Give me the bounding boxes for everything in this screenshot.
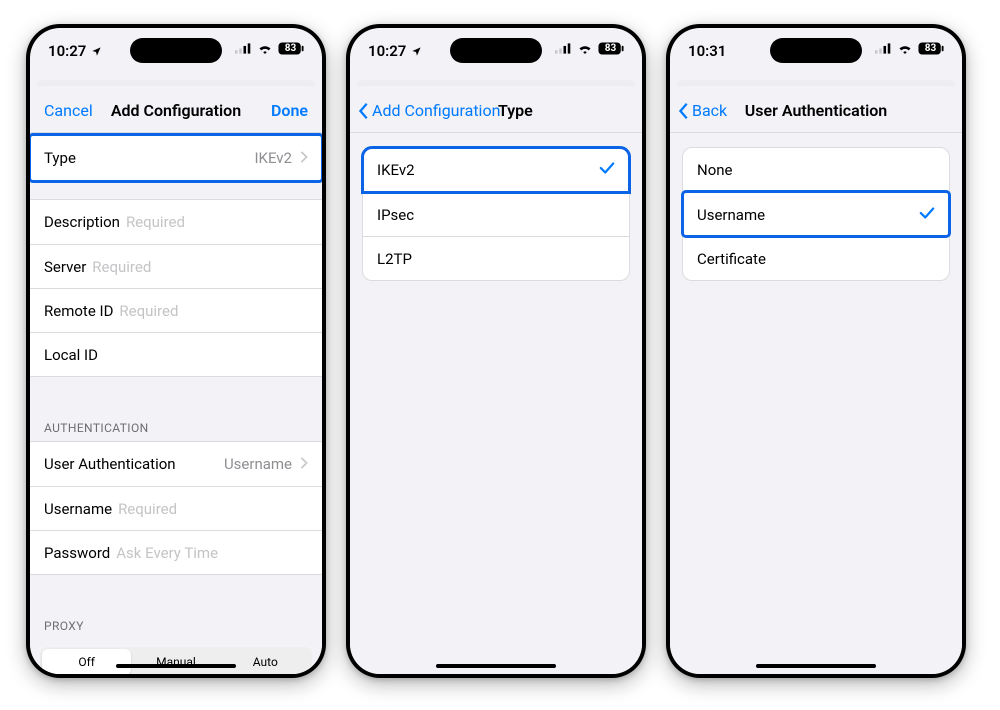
option-ipsec[interactable]: IPsec: [363, 192, 629, 236]
clock: 10:27: [48, 42, 86, 60]
done-button[interactable]: Done: [257, 89, 322, 132]
wifi-icon: [897, 43, 913, 54]
cancel-button[interactable]: Cancel: [30, 89, 107, 132]
description-field[interactable]: Description Required: [30, 200, 322, 244]
cellular-icon: [555, 43, 572, 54]
dynamic-island: [770, 38, 862, 63]
page-title: Add Configuration: [111, 101, 241, 120]
clock: 10:27: [368, 42, 406, 60]
option-certificate[interactable]: Certificate: [683, 236, 949, 280]
option-none[interactable]: None: [683, 148, 949, 192]
dynamic-island: [450, 38, 542, 63]
sheet-behind-peek: [677, 80, 955, 86]
type-row[interactable]: Type IKEv2: [30, 135, 322, 181]
server-field[interactable]: Server Required: [30, 244, 322, 288]
auth-header: AUTHENTICATION: [30, 401, 322, 441]
checkmark-icon: [599, 161, 615, 179]
chevron-left-icon: [358, 102, 370, 120]
home-indicator: [756, 664, 876, 668]
clock: 10:31: [688, 42, 726, 60]
proxy-header: PROXY: [30, 599, 322, 639]
sheet: Back User Authentication None Username: [670, 89, 962, 674]
username-field[interactable]: Username Required: [30, 486, 322, 530]
chevron-right-icon: [300, 455, 308, 473]
option-username[interactable]: Username: [683, 192, 949, 236]
type-options-list: IKEv2 IPsec L2TP: [350, 133, 642, 674]
nav-bar: Cancel Add Configuration Done: [30, 89, 322, 133]
battery-text: 83: [598, 43, 623, 54]
sheet-behind-peek: [357, 80, 635, 86]
screen-2: 10:27 83 Add Configuration Type: [350, 28, 642, 674]
option-ikev2[interactable]: IKEv2: [363, 148, 629, 192]
screen-3: 10:31 83 Back User Authentication: [670, 28, 962, 674]
seg-manual[interactable]: Manual: [131, 649, 220, 674]
nav-bar: Back User Authentication: [670, 89, 962, 133]
phone-2: 10:27 83 Add Configuration Type: [346, 24, 646, 678]
wifi-icon: [257, 43, 273, 54]
sheet: Add Configuration Type IKEv2 IPsec: [350, 89, 642, 674]
nav-bar: Add Configuration Type: [350, 89, 642, 133]
phone-3: 10:31 83 Back User Authentication: [666, 24, 966, 678]
chevron-right-icon: [300, 149, 308, 167]
dynamic-island: [130, 38, 222, 63]
password-field[interactable]: Password Ask Every Time: [30, 530, 322, 574]
sheet: Cancel Add Configuration Done Type IKEv2: [30, 89, 322, 674]
battery-icon: 83: [918, 42, 944, 55]
option-l2tp[interactable]: L2TP: [363, 236, 629, 280]
user-auth-row[interactable]: User Authentication Username: [30, 442, 322, 486]
proxy-segmented-control[interactable]: Off Manual Auto: [40, 647, 312, 674]
home-indicator: [436, 664, 556, 668]
wifi-icon: [577, 43, 593, 54]
checkmark-icon: [919, 206, 935, 224]
seg-off[interactable]: Off: [42, 649, 131, 674]
auth-options-list: None Username Certificate: [670, 133, 962, 674]
local-id-field[interactable]: Local ID: [30, 332, 322, 376]
location-icon: [411, 46, 422, 57]
battery-icon: 83: [278, 42, 304, 55]
battery-icon: 83: [598, 42, 624, 55]
back-button[interactable]: Add Configuration: [350, 89, 514, 132]
cellular-icon: [235, 43, 252, 54]
type-value: IKEv2: [254, 149, 296, 167]
back-button[interactable]: Back: [670, 89, 741, 132]
home-indicator: [116, 664, 236, 668]
seg-auto[interactable]: Auto: [221, 649, 310, 674]
type-label: Type: [44, 149, 76, 167]
connection-group: Description Required Server Required Rem…: [30, 199, 322, 377]
auth-group: User Authentication Username Username Re…: [30, 441, 322, 575]
chevron-left-icon: [678, 102, 690, 120]
battery-text: 83: [278, 43, 303, 54]
cellular-icon: [875, 43, 892, 54]
remote-id-field[interactable]: Remote ID Required: [30, 288, 322, 332]
location-icon: [91, 46, 102, 57]
page-title: User Authentication: [745, 101, 887, 120]
sheet-behind-peek: [37, 80, 315, 86]
page-title: Type: [498, 89, 533, 132]
screen-1: 10:27 83 Cancel Add Configuration Done: [30, 28, 322, 674]
battery-text: 83: [918, 43, 943, 54]
phone-1: 10:27 83 Cancel Add Configuration Done: [26, 24, 326, 678]
